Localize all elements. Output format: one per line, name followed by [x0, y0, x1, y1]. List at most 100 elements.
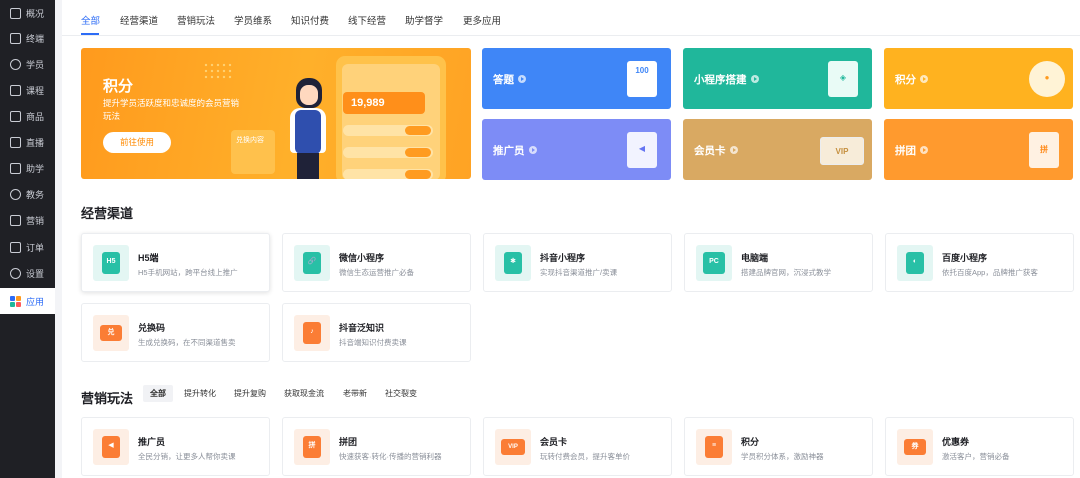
app-card-title: 积分 [741, 437, 760, 447]
banner-title: 积分 [103, 78, 134, 95]
sidebar-item-orders[interactable]: 订单 [0, 234, 55, 260]
filter-referral[interactable]: 老带新 [343, 388, 367, 399]
sidebar-item-label: 设置 [26, 268, 45, 279]
tile-label: 会员卡 [694, 145, 726, 157]
person-legs [297, 153, 319, 179]
tab-offline[interactable]: 线下经营 [348, 13, 386, 27]
sidebar-item-overview[interactable]: 概况 [0, 0, 55, 26]
sidebar-item-academic[interactable]: 教务 [0, 181, 55, 207]
sidebar-item-label: 商品 [26, 111, 45, 122]
app-card-group-buy[interactable]: 拼 拼团 快速获客·转化·传播的营销利器 [282, 417, 471, 476]
app-card-title: 推广员 [138, 437, 166, 447]
arrow-right-icon [920, 75, 928, 83]
users-icon [10, 58, 21, 70]
arrow-right-icon [729, 146, 738, 154]
book-icon [10, 162, 21, 174]
academic-icon [10, 188, 21, 200]
tile-promoter[interactable]: 推广员 ◀ [482, 119, 671, 180]
sidebar-item-label: 概况 [26, 8, 45, 19]
app-card-douyin-knowledge[interactable]: ♪ 抖音泛知识 抖音端知识付费卖课 [282, 303, 471, 362]
app-card-title: H5端 [138, 253, 159, 263]
app-card-membership[interactable]: VIP 会员卡 玩转付费会员，提升客单价 [483, 417, 672, 476]
live-icon [10, 136, 21, 148]
filter-cashflow[interactable]: 获取现金流 [284, 388, 324, 399]
sidebar-item-live[interactable]: 直播 [0, 129, 55, 155]
tab-all[interactable]: 全部 [81, 13, 100, 27]
tab-channels[interactable]: 经营渠道 [120, 13, 158, 27]
shopping-bag-icon: 拼 [1029, 132, 1059, 168]
tab-more[interactable]: 更多应用 [463, 13, 501, 27]
tile-group-buy[interactable]: 拼团 拼 [884, 119, 1073, 180]
filter-social[interactable]: 社交裂变 [385, 388, 417, 399]
app-card-title: 优惠券 [942, 437, 970, 447]
app-card-title: 微信小程序 [339, 253, 385, 263]
app-card-wechat[interactable]: 🔗 微信小程序 微信生态运营推广必备 [282, 233, 471, 292]
points-row [343, 125, 433, 136]
tiktok-icon: ♪ [294, 315, 330, 351]
app-card-h5[interactable]: H5 H5端 H5手机网站，跨平台线上推广 [81, 233, 270, 292]
app-card-promoter[interactable]: ◀ 推广员 全民分销，让更多人帮你卖课 [81, 417, 270, 476]
tab-study[interactable]: 助学督学 [405, 13, 443, 27]
points-value: 19,989 [343, 92, 425, 114]
app-card-desc: 全民分销，让更多人帮你卖课 [138, 452, 236, 461]
tile-membership[interactable]: 会员卡 VIP [683, 119, 872, 180]
filter-all[interactable]: 全部 [143, 385, 173, 402]
arrow-right-icon [750, 75, 759, 83]
app-card-desc: 学员积分体系，激励神器 [741, 452, 824, 461]
sidebar: 概况 终端 学员 课程 商品 直播 助学 教务 营销 订单 设置 应用 [0, 0, 55, 478]
app-card-redeem-code[interactable]: 兑 兑换码 生成兑换码，在不同渠道售卖 [81, 303, 270, 362]
app-card-title: 电脑端 [741, 253, 769, 263]
pc-icon: PC [696, 245, 732, 281]
section-title-marketing: 营销玩法 [81, 391, 134, 406]
h5-icon: H5 [93, 245, 129, 281]
app-card-desc: 玩转付费会员，提升客单价 [540, 452, 630, 461]
app-card-desc: 搭建品牌官网，沉浸式教学 [741, 268, 831, 277]
sidebar-item-settings[interactable]: 设置 [0, 260, 55, 286]
sidebar-item-assist[interactable]: 助学 [0, 155, 55, 181]
sidebar-item-label: 直播 [26, 137, 45, 148]
filter-repurchase[interactable]: 提升复购 [234, 388, 266, 399]
points-banner[interactable]: 积分 提升学员活跃度和忠诚度的会员营销玩法 前往使用 兑换内容 19,989 [81, 48, 471, 179]
sidebar-item-label: 应用 [26, 296, 45, 307]
link-icon: 🔗 [294, 245, 330, 281]
active-tab-indicator [81, 33, 99, 35]
tile-miniprogram[interactable]: 小程序搭建 ◈ [683, 48, 872, 109]
app-card-title: 会员卡 [540, 437, 568, 447]
tile-points[interactable]: 积分 ● [884, 48, 1073, 109]
sidebar-item-courses[interactable]: 课程 [0, 77, 55, 103]
phone-icon: ◈ [828, 61, 858, 97]
section-title-channels: 经营渠道 [81, 206, 134, 221]
megaphone-icon: ◀ [627, 132, 657, 168]
sidebar-item-products[interactable]: 商品 [0, 103, 55, 129]
app-card-desc: 快速获客·转化·传播的营销利器 [339, 452, 442, 461]
coupon-icon: 券 [897, 429, 933, 465]
order-icon [10, 241, 21, 253]
sidebar-item-marketing[interactable]: 营销 [0, 207, 55, 233]
terminal-icon [10, 32, 21, 44]
app-card-desc: 实现抖音渠道推广/卖课 [540, 268, 618, 277]
filter-conversion[interactable]: 提升转化 [184, 388, 216, 399]
ticket-icon: 兑 [93, 315, 129, 351]
points-row [343, 169, 433, 179]
tile-quiz[interactable]: 答题 100 [482, 48, 671, 109]
banner-subtitle: 提升学员活跃度和忠诚度的会员营销玩法 [103, 98, 240, 121]
app-card-title: 拼团 [339, 437, 358, 447]
app-card-points[interactable]: ≡ 积分 学员积分体系，激励神器 [684, 417, 873, 476]
tab-knowledge[interactable]: 知识付费 [291, 13, 329, 27]
app-card-baidu[interactable]: ◐ 百度小程序 依托百度App，品牌推广获客 [885, 233, 1074, 292]
app-card-desc: H5手机网站，跨平台线上推广 [138, 268, 238, 277]
banner-use-button[interactable]: 前往使用 [103, 132, 171, 153]
tile-label: 答题 [493, 74, 514, 86]
app-card-pc[interactable]: PC 电脑端 搭建品牌官网，沉浸式教学 [684, 233, 873, 292]
quiz-paper-icon: 100 [627, 61, 657, 97]
app-card-douyin[interactable]: ✱ 抖音小程序 实现抖音渠道推广/卖课 [483, 233, 672, 292]
app-card-desc: 生成兑换码，在不同渠道售卖 [138, 338, 236, 347]
tab-retention[interactable]: 学员维系 [234, 13, 272, 27]
sidebar-item-students[interactable]: 学员 [0, 51, 55, 77]
sidebar-item-label: 助学 [26, 163, 45, 174]
sidebar-item-apps[interactable]: 应用 [0, 288, 55, 314]
tab-marketing[interactable]: 营销玩法 [177, 13, 215, 27]
app-card-coupon[interactable]: 券 优惠券 激活客户，营销必备 [885, 417, 1074, 476]
coins-icon: ● [1029, 61, 1065, 97]
sidebar-item-terminal[interactable]: 终端 [0, 25, 55, 51]
